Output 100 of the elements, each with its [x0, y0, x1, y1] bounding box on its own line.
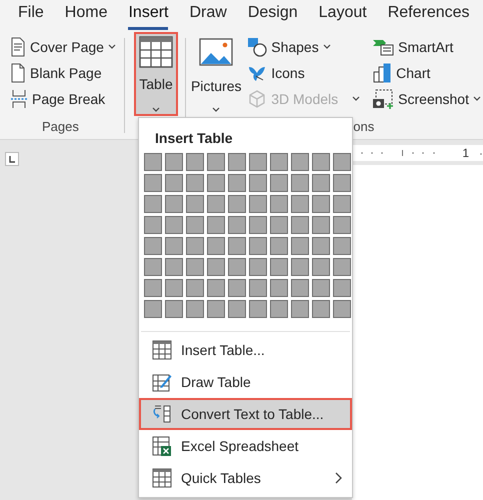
ribbon-button[interactable]: Screenshot: [370, 86, 483, 112]
grid-cell[interactable]: [270, 279, 288, 297]
grid-cell[interactable]: [249, 258, 267, 276]
grid-cell[interactable]: [144, 300, 162, 318]
grid-cell[interactable]: [186, 258, 204, 276]
grid-cell[interactable]: [291, 237, 309, 255]
grid-cell[interactable]: [144, 258, 162, 276]
grid-cell[interactable]: [333, 300, 351, 318]
grid-cell[interactable]: [333, 195, 351, 213]
menu-item[interactable]: Draw Table: [139, 366, 352, 398]
grid-cell[interactable]: [186, 174, 204, 192]
grid-cell[interactable]: [207, 153, 225, 171]
grid-cell[interactable]: [165, 195, 183, 213]
grid-cell[interactable]: [207, 195, 225, 213]
ribbon-tab[interactable]: References: [388, 1, 470, 30]
grid-cell[interactable]: [333, 153, 351, 171]
grid-cell[interactable]: [291, 300, 309, 318]
grid-cell[interactable]: [228, 216, 246, 234]
grid-cell[interactable]: [312, 300, 330, 318]
grid-cell[interactable]: [165, 258, 183, 276]
grid-cell[interactable]: [291, 279, 309, 297]
ribbon-button[interactable]: Chart: [370, 60, 483, 86]
grid-cell[interactable]: [228, 237, 246, 255]
ribbon-button[interactable]: Page Break: [8, 86, 121, 112]
ribbon-tab[interactable]: Home: [64, 1, 108, 30]
grid-cell[interactable]: [165, 300, 183, 318]
grid-cell[interactable]: [165, 237, 183, 255]
grid-cell[interactable]: [186, 237, 204, 255]
grid-cell[interactable]: [270, 237, 288, 255]
grid-cell[interactable]: [186, 279, 204, 297]
ribbon-tab[interactable]: File: [18, 1, 44, 30]
grid-cell[interactable]: [144, 279, 162, 297]
grid-cell[interactable]: [207, 279, 225, 297]
grid-cell[interactable]: [312, 216, 330, 234]
grid-cell[interactable]: [270, 195, 288, 213]
ribbon-tab[interactable]: Design: [248, 1, 298, 30]
ribbon-tab[interactable]: Layout: [318, 1, 367, 30]
grid-cell[interactable]: [144, 237, 162, 255]
grid-cell[interactable]: [270, 216, 288, 234]
grid-cell[interactable]: [333, 216, 351, 234]
grid-cell[interactable]: [165, 153, 183, 171]
grid-cell[interactable]: [249, 279, 267, 297]
grid-cell[interactable]: [249, 153, 267, 171]
grid-cell[interactable]: [312, 195, 330, 213]
grid-cell[interactable]: [291, 216, 309, 234]
menu-item[interactable]: Insert Table...: [139, 334, 352, 366]
table-button[interactable]: Table: [134, 32, 178, 116]
grid-cell[interactable]: [228, 258, 246, 276]
ribbon-button[interactable]: Shapes: [245, 34, 362, 60]
grid-cell[interactable]: [333, 258, 351, 276]
grid-cell[interactable]: [333, 237, 351, 255]
grid-cell[interactable]: [186, 195, 204, 213]
grid-cell[interactable]: [291, 195, 309, 213]
grid-cell[interactable]: [249, 174, 267, 192]
grid-cell[interactable]: [228, 153, 246, 171]
grid-cell[interactable]: [312, 174, 330, 192]
ribbon-button[interactable]: Blank Page: [8, 60, 121, 86]
grid-cell[interactable]: [270, 258, 288, 276]
grid-cell[interactable]: [165, 279, 183, 297]
grid-cell[interactable]: [144, 174, 162, 192]
grid-cell[interactable]: [228, 174, 246, 192]
grid-cell[interactable]: [165, 174, 183, 192]
grid-cell[interactable]: [312, 279, 330, 297]
grid-cell[interactable]: [228, 300, 246, 318]
grid-cell[interactable]: [207, 300, 225, 318]
grid-cell[interactable]: [312, 237, 330, 255]
grid-cell[interactable]: [291, 174, 309, 192]
grid-cell[interactable]: [249, 237, 267, 255]
grid-cell[interactable]: [144, 153, 162, 171]
grid-cell[interactable]: [333, 279, 351, 297]
grid-cell[interactable]: [270, 300, 288, 318]
grid-cell[interactable]: [249, 216, 267, 234]
grid-cell[interactable]: [207, 216, 225, 234]
grid-cell[interactable]: [270, 153, 288, 171]
pictures-button[interactable]: Pictures: [189, 30, 244, 116]
grid-cell[interactable]: [312, 258, 330, 276]
grid-cell[interactable]: [207, 174, 225, 192]
grid-cell[interactable]: [144, 195, 162, 213]
ribbon-button[interactable]: Cover Page: [8, 34, 121, 60]
grid-cell[interactable]: [144, 216, 162, 234]
grid-cell[interactable]: [186, 216, 204, 234]
grid-cell[interactable]: [312, 153, 330, 171]
menu-item[interactable]: Quick Tables: [139, 462, 352, 494]
grid-cell[interactable]: [207, 258, 225, 276]
grid-cell[interactable]: [165, 216, 183, 234]
grid-cell[interactable]: [228, 195, 246, 213]
grid-cell[interactable]: [249, 300, 267, 318]
grid-cell[interactable]: [186, 300, 204, 318]
menu-item[interactable]: Excel Spreadsheet: [139, 430, 352, 462]
grid-cell[interactable]: [270, 174, 288, 192]
grid-cell[interactable]: [249, 195, 267, 213]
ribbon-tab[interactable]: Draw: [189, 1, 227, 30]
ribbon-button[interactable]: Icons: [245, 60, 362, 86]
ribbon-button[interactable]: SmartArt: [370, 34, 483, 60]
grid-cell[interactable]: [291, 258, 309, 276]
grid-cell[interactable]: [228, 279, 246, 297]
grid-cell[interactable]: [333, 174, 351, 192]
grid-cell[interactable]: [186, 153, 204, 171]
menu-item[interactable]: Convert Text to Table...: [139, 398, 352, 430]
grid-cell[interactable]: [291, 153, 309, 171]
